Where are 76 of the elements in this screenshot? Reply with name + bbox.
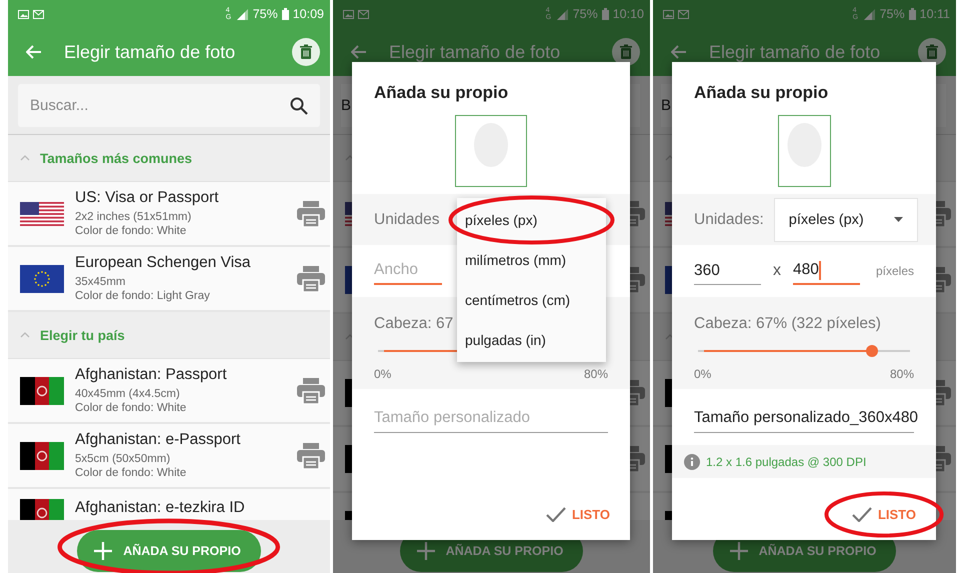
slider-thumb[interactable] [866,345,878,357]
item-size: 40x45mm (4x4.5cm) [75,387,181,401]
back-arrow-icon[interactable] [26,45,42,59]
dropdown-arrow-icon [894,217,903,222]
battery-icon [908,8,916,20]
battery-icon [282,8,289,20]
clock: 10:11 [920,7,950,21]
size-list-item[interactable]: US: Visa or Passport 2x2 inches (51x51mm) Color de fondo: White [8,182,330,247]
check-icon [852,507,872,522]
search-icon[interactable] [290,96,308,114]
height-field[interactable]: 480 [792,257,860,285]
flag-icon [20,202,64,226]
width-field[interactable]: 360 [694,258,761,284]
size-list-item[interactable]: Afghanistan: e-Passport 5x5cm (50x50mm) Color de fondo: White [8,424,330,489]
plus-icon [728,540,749,560]
slider-min-label: 0% [694,367,712,381]
item-size: 35x45mm [75,275,126,289]
size-list-item[interactable]: Afghanistan: Passport 40x45mm (4x4.5cm) Color de fondo: White [8,359,330,424]
times-sign: x [772,262,781,280]
flag-icon [20,499,64,520]
signal-icon [864,8,876,20]
dialog-title: Añada su propio [693,82,830,103]
info-icon [684,454,700,470]
screen-title: Elegir tamaño de foto [709,42,882,62]
flag-icon [20,376,64,404]
size-list-item[interactable]: European Schengen Visa 35x45mm Color de fondo: Light Gray [8,247,330,312]
menu-option[interactable]: centímetros (cm) [457,280,606,320]
head-size-label: Cabeza: 67% (322 píxeles) [694,315,882,333]
plus-icon [93,540,114,560]
print-size-info: 1.2 x 1.6 pulgadas @ 300 DPI [706,454,866,468]
battery-icon [602,8,609,20]
mail-icon [358,10,369,18]
slider-max-label: 80% [584,367,608,381]
item-background: Color de fondo: Light Gray [75,289,211,303]
item-title: Afghanistan: e-Passport [75,431,242,449]
check-icon [546,507,566,522]
head-size-label: Cabeza: 67 [374,315,454,333]
screen-title: Elegir tamaño de foto [64,42,236,62]
plus-icon [416,540,436,560]
photo-frame-drawing [455,115,527,187]
flag-icon [20,264,64,292]
signal-icon [556,8,569,20]
flag-icon [20,442,64,470]
signal-icon [236,8,249,20]
item-title: Afghanistan: Passport [75,366,228,384]
text-cursor [818,260,821,280]
dialog-title: Añada su propio [373,82,510,103]
item-title: European Schengen Visa [75,254,252,272]
units-dropdown[interactable]: píxeles (px) [774,198,918,242]
item-background: Color de fondo: White [75,401,188,415]
slider-min-label: 0% [374,367,392,381]
unit-label: píxeles [876,264,914,278]
menu-option[interactable]: milímetros (mm) [457,240,606,280]
units-label: Unidades: [694,210,764,228]
mail-icon [678,10,689,18]
units-label: Unidades [374,210,440,228]
clock: 10:09 [292,7,324,21]
clock: 10:10 [612,7,644,21]
gallery-icon [343,10,354,18]
slider-max-label: 80% [890,367,914,381]
item-background: Color de fondo: White [75,466,188,480]
size-list-item[interactable]: Afghanistan: e-tezkira ID [8,489,330,520]
battery-percent: 75% [572,7,598,21]
gallery-icon [663,10,674,18]
screen-title: Elegir tamaño de foto [389,42,562,62]
item-background: Color de fondo: White [75,224,188,238]
battery-percent: 75% [252,7,278,21]
item-size: 5x5cm (50x50mm) [75,452,172,466]
item-size: 2x2 inches (51x51mm) [75,210,192,224]
photo-frame-drawing [778,115,830,187]
mail-icon [33,10,44,18]
gallery-icon [18,10,29,18]
item-title: Afghanistan: e-tezkira ID [75,499,246,517]
menu-option[interactable]: pulgadas (in) [457,320,606,360]
battery-percent: 75% [880,7,905,21]
item-title: US: Visa or Passport [75,189,220,207]
